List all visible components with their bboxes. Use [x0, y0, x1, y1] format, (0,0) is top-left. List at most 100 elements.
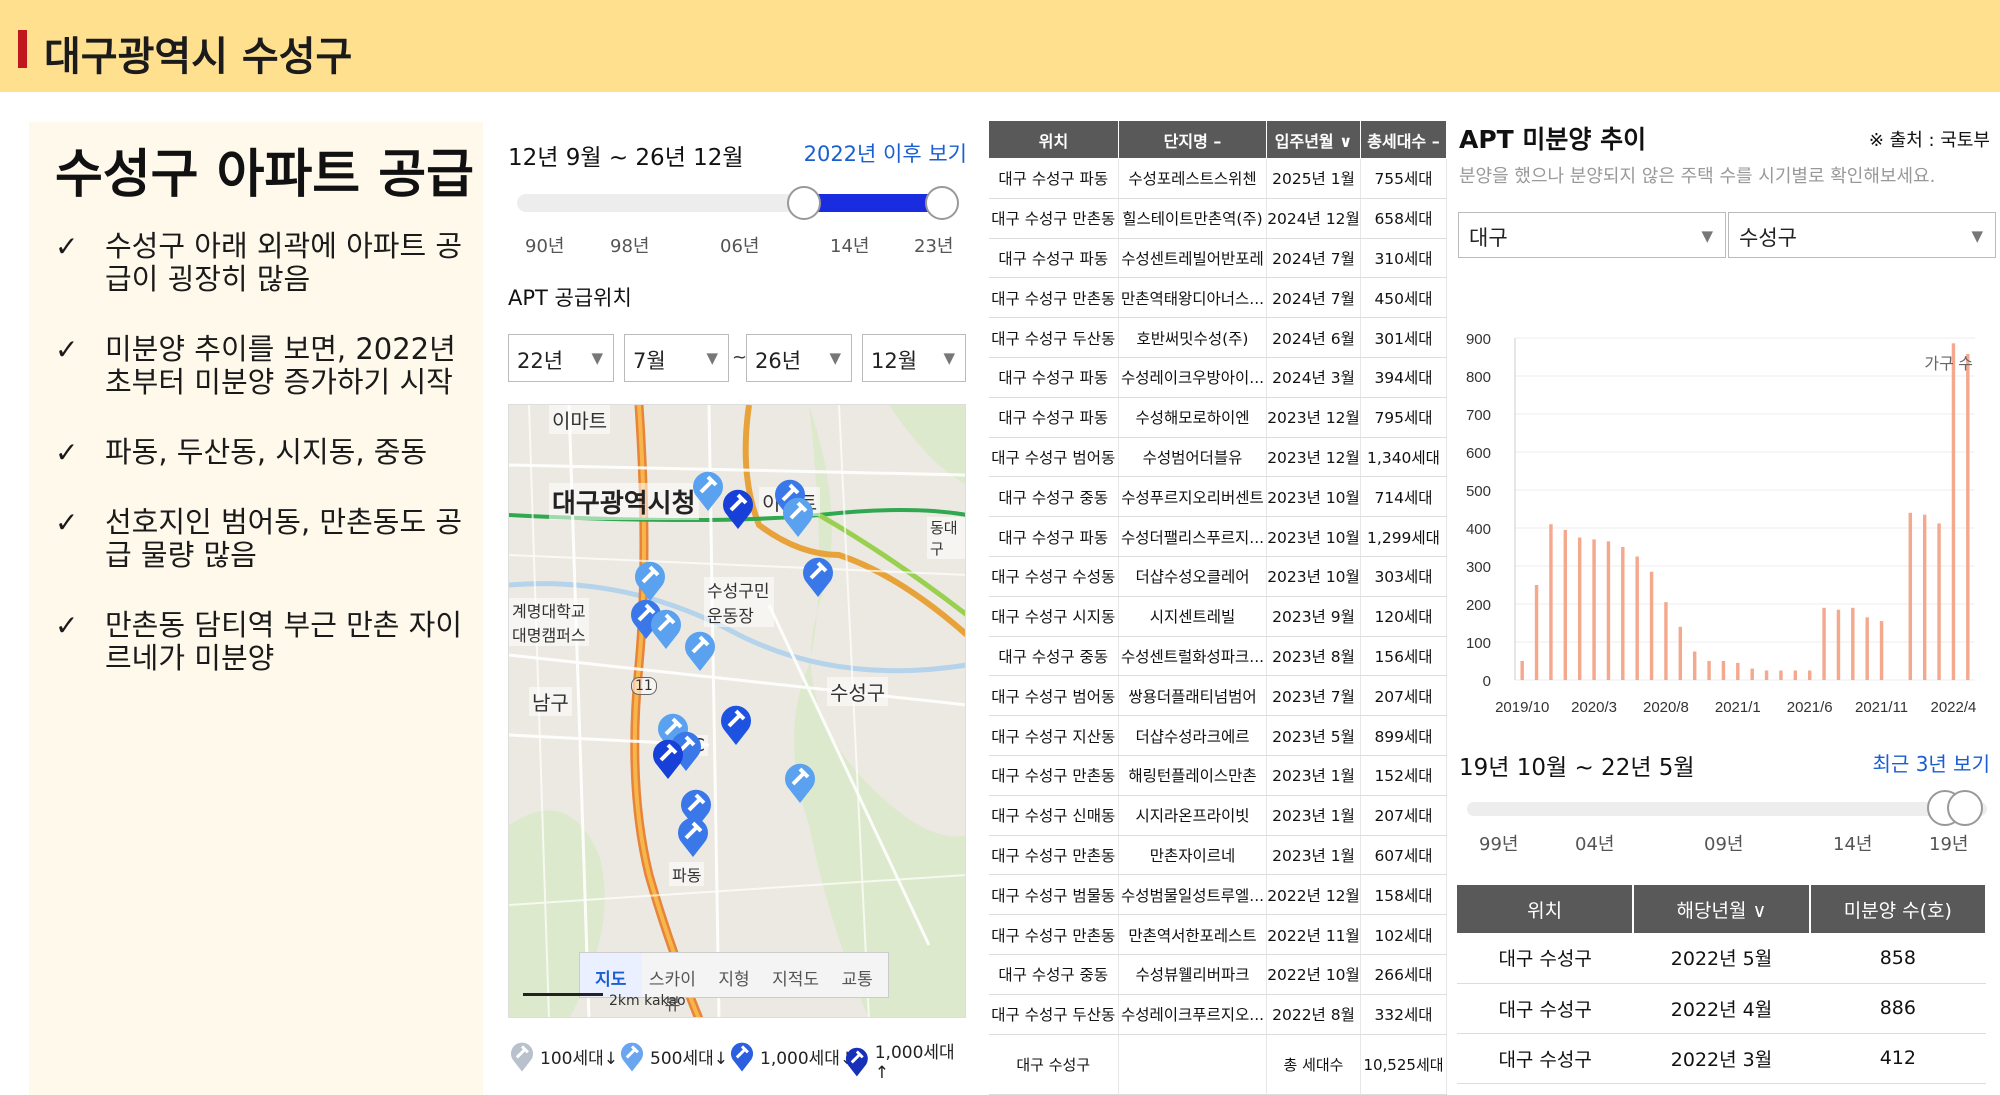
y-tick-label: 600	[1466, 445, 1491, 462]
table-row[interactable]: 대구 수성구 파동 수성포레스트스위첸 2025년 1월 755세대	[988, 158, 1447, 199]
end-month-select[interactable]: 12월 ▼	[862, 334, 966, 382]
end-year-select[interactable]: 26년 ▼	[746, 334, 852, 382]
map-label-dongdaegu: 동대구	[927, 517, 965, 559]
cell-location: 대구 수성구 중동	[988, 636, 1119, 677]
map-label-keimyung: 계명대학교 대명캠퍼스	[509, 598, 589, 646]
table-row[interactable]: 대구 수성구 두산동 수성레이크푸르지오... 2022년 8월 332세대	[988, 994, 1447, 1035]
table-row[interactable]: 대구 수성구 만촌동 해링턴플레이스만촌 2023년 1월 152세대	[988, 755, 1447, 796]
col-header-unsold-count[interactable]: 미분양 수(호)	[1809, 885, 1988, 933]
year-range-slider[interactable]	[517, 186, 959, 220]
chart-bar	[1534, 585, 1539, 680]
table-row[interactable]: 대구 수성구 범어동 수성범어더블유 2023년 12월 1,340세대	[988, 437, 1447, 478]
cell-complex: 수성센트레빌어반포레	[1118, 238, 1267, 279]
chart-bar	[1577, 537, 1582, 680]
slider-end-handle[interactable]	[1947, 790, 1983, 826]
table-row[interactable]: 대구 수성구 지산동 더샵수성라크에르 2023년 5월 899세대	[988, 715, 1447, 756]
table-row[interactable]: 대구 수성구 파동 수성더팰리스푸르지... 2023년 10월 1,299세대	[988, 516, 1447, 557]
col-header-location[interactable]: 위치	[988, 120, 1119, 159]
table-row[interactable]: 대구 수성구 만촌동 만촌자이르네 2023년 1월 607세대	[988, 835, 1447, 876]
slider-tick: 23년	[914, 236, 954, 257]
pin-500-icon[interactable]	[779, 493, 817, 539]
tab-map[interactable]: 지도	[580, 953, 642, 997]
slider-end-handle[interactable]	[925, 186, 959, 220]
table-row[interactable]: 대구 수성구 수성동 더샵수성오클레어 2023년 10월 303세대	[988, 556, 1447, 597]
tab-traffic[interactable]: 교통	[826, 953, 888, 997]
table-row[interactable]: 대구 수성구 신매동 시지라온프라이빗 2023년 1월 207세대	[988, 795, 1447, 836]
table-row[interactable]: 대구 수성구 만촌동 만촌역태왕디아너스... 2024년 7월 450세대	[988, 277, 1447, 319]
cell-location: 대구 수성구 수성동	[988, 556, 1119, 597]
check-icon: ✓	[55, 436, 79, 469]
table-row[interactable]: 대구 수성구 범어동 쌍용더플래티넘범어 2023년 7월 207세대	[988, 675, 1447, 717]
start-month-select[interactable]: 7월 ▼	[624, 334, 729, 382]
pin-100-icon[interactable]	[647, 605, 685, 651]
map-range-label: 12년 9월 ~ 26년 12월	[508, 145, 744, 171]
pin-100-icon[interactable]	[781, 759, 819, 805]
unsold-description: 분양을 했으나 분양되지 않은 주택 수를 시기별로 확인해보세요.	[1459, 166, 1936, 187]
col-header-complex[interactable]: 단지명 –	[1118, 120, 1267, 159]
cell-total-location: 대구 수성구	[988, 1034, 1119, 1095]
after-2022-link[interactable]: 2022년 이후 보기	[804, 138, 967, 168]
pin-500-icon[interactable]	[799, 553, 837, 599]
cell-move-in: 2023년 10월	[1266, 556, 1361, 597]
slider-tick: 19년	[1929, 834, 1969, 855]
start-year-select[interactable]: 22년 ▼	[508, 334, 614, 382]
supply-map[interactable]: 이마트 대구광역시청 이마트 동대구 계명대학교 대명캠퍼스 수성구민 운동장 …	[508, 404, 966, 1018]
table-row[interactable]: 대구 수성구 중동 수성푸르지오리버센트 2023년 10월 714세대	[988, 476, 1447, 518]
pin-1000-icon[interactable]	[717, 701, 755, 747]
table-row[interactable]: 대구 수성구 2022년 5월 858	[1457, 933, 1986, 984]
table-row[interactable]: 대구 수성구 2022년 3월 412	[1457, 1033, 1986, 1084]
col-header-move-in[interactable]: 입주년월 ∨	[1266, 120, 1361, 159]
col-header-units[interactable]: 총세대수 –	[1360, 120, 1447, 159]
cell-location: 대구 수성구	[1457, 983, 1634, 1034]
table-row[interactable]: 대구 수성구 중동 수성뷰웰리버파크 2022년 10월 266세대	[988, 954, 1447, 995]
table-row[interactable]: 대구 수성구 시지동 시지센트레빌 2023년 9월 120세대	[988, 596, 1447, 637]
cell-complex: 더샵수성오클레어	[1118, 556, 1267, 597]
pin-500-icon[interactable]	[674, 813, 712, 859]
unsold-year-slider[interactable]	[1467, 790, 1987, 826]
bullet-item: ✓ 수성구 아래 외곽에 아파트 공급이 굉장히 많음	[55, 229, 463, 296]
cell-location: 대구 수성구 파동	[988, 158, 1119, 199]
chart-bar	[1520, 661, 1524, 680]
tab-skyview[interactable]: 스카이뷰	[642, 953, 704, 1015]
col-header-year-month[interactable]: 해당년월 ∨	[1633, 885, 1811, 933]
map-label-stadium: 수성구민 운동장	[704, 577, 774, 627]
pin-100-icon[interactable]	[681, 627, 719, 673]
table-row[interactable]: 대구 수성구 두산동 호반써밋수성(주) 2024년 6월 301세대	[988, 317, 1447, 358]
slider-start-handle[interactable]	[787, 186, 821, 220]
cell-units: 755세대	[1360, 158, 1447, 199]
tab-terrain[interactable]: 지형	[703, 953, 765, 997]
city-select[interactable]: 대구 ▼	[1458, 212, 1726, 258]
cell-complex: 수성범어더블유	[1118, 437, 1267, 478]
map-legend: 100세대↓ 500세대↓ 1,000세대↓ 1,000세대↑	[508, 1038, 968, 1088]
table-row[interactable]: 대구 수성구 2022년 4월 886	[1457, 983, 1986, 1034]
col-header-location[interactable]: 위치	[1457, 885, 1635, 933]
cell-units: 607세대	[1360, 835, 1447, 876]
table-row[interactable]: 대구 수성구 중동 수성센트럴화성파크... 2023년 8월 156세대	[988, 636, 1447, 677]
slider-tick: 14년	[830, 236, 870, 257]
y-tick-label: 0	[1483, 673, 1491, 690]
x-tick-label: 2021/6	[1787, 699, 1833, 716]
chart-bar	[1621, 547, 1625, 680]
cell-move-in: 2024년 7월	[1266, 238, 1361, 279]
chart-bar	[1851, 607, 1855, 680]
pin-1000-icon[interactable]	[719, 485, 757, 531]
pin-1000-icon[interactable]	[649, 735, 687, 781]
table-row[interactable]: 대구 수성구 파동 수성해모로하이엔 2023년 12월 795세대	[988, 397, 1447, 438]
cell-move-in: 2025년 1월	[1266, 158, 1361, 199]
table-row[interactable]: 대구 수성구 파동 수성센트레빌어반포레 2024년 7월 310세대	[988, 238, 1447, 279]
cell-total-value: 10,525세대	[1360, 1034, 1447, 1095]
chart-bar	[1779, 670, 1783, 680]
table-row[interactable]: 대구 수성구 범물동 수성범물일성트루엘... 2022년 12월 158세대	[988, 874, 1447, 916]
map-label-suseonggu: 수성구	[827, 677, 889, 706]
cell-complex: 만촌역태왕디아너스...	[1118, 277, 1267, 319]
cell-move-in: 2024년 7월	[1266, 277, 1361, 319]
map-label-namgu: 남구	[529, 687, 572, 716]
table-row[interactable]: 대구 수성구 파동 수성레이크우방아이... 2024년 3월 394세대	[988, 357, 1447, 398]
district-select[interactable]: 수성구 ▼	[1728, 212, 1996, 258]
table-row[interactable]: 대구 수성구 만촌동 힐스테이트만촌역(주) 2024년 12월 658세대	[988, 198, 1447, 239]
recent-3-years-link[interactable]: 최근 3년 보기	[1873, 748, 1990, 777]
tab-cadastral[interactable]: 지적도	[765, 953, 827, 997]
unsold-source: ※ 출처 : 국토부	[1868, 130, 1990, 151]
cell-unsold-count: 858	[1809, 933, 1986, 984]
table-row[interactable]: 대구 수성구 만촌동 만촌역서한포레스트 2022년 11월 102세대	[988, 914, 1447, 955]
